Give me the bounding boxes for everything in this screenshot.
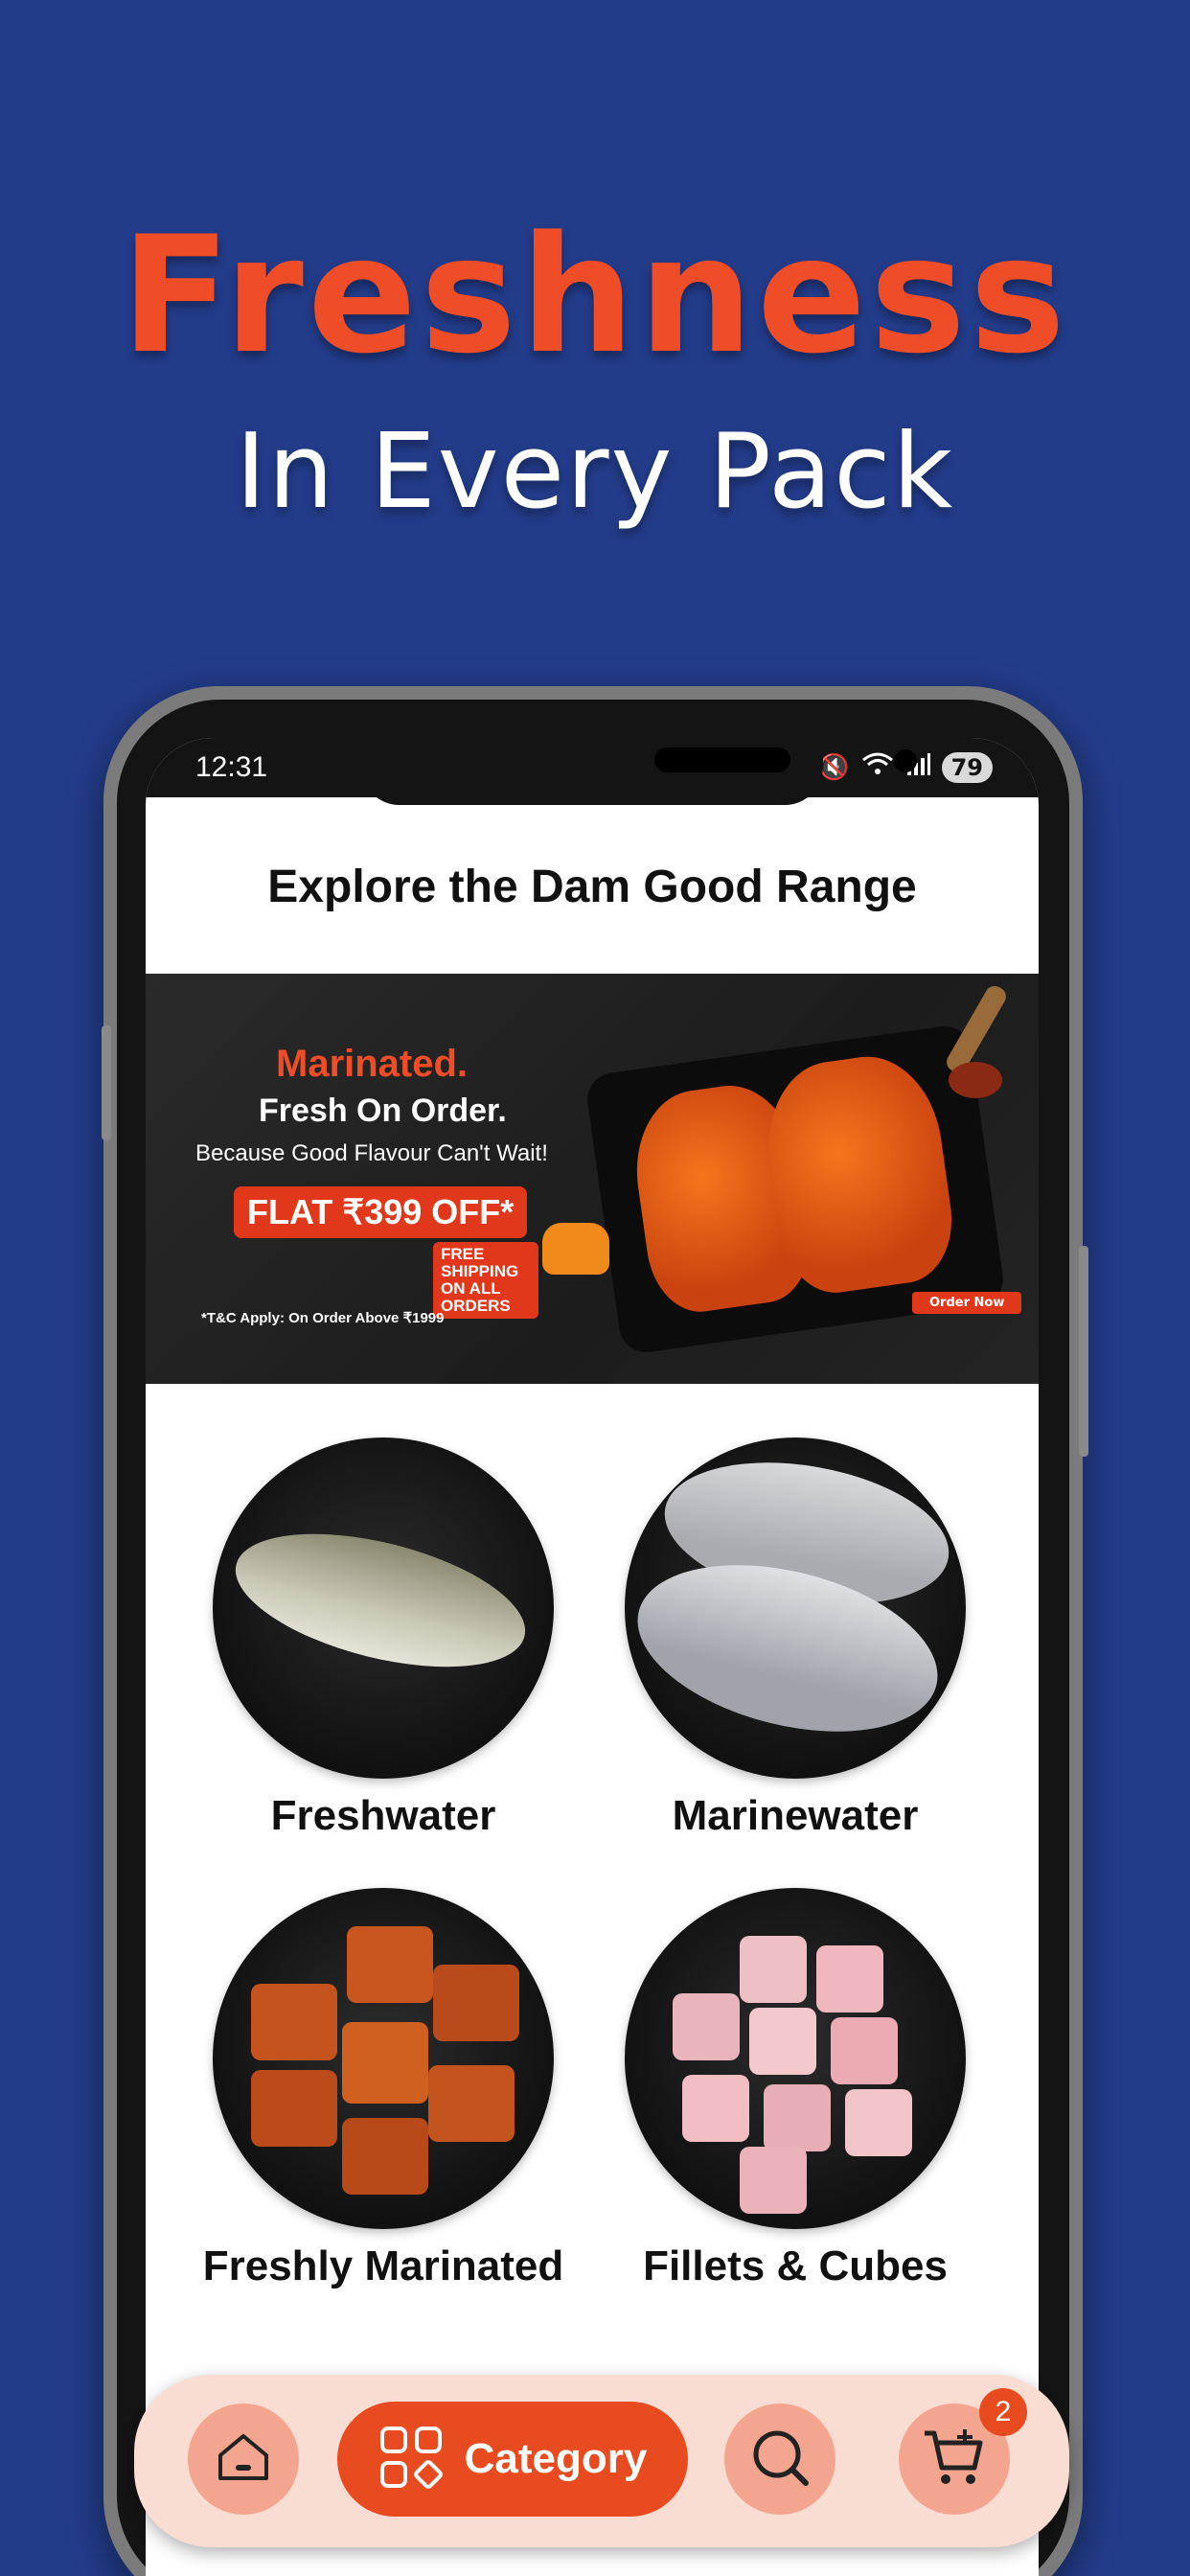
banner-line1: Marinated.	[276, 1043, 469, 1085]
freshwater-image	[213, 1438, 554, 1779]
fillets-image	[625, 1888, 966, 2229]
phone-side-button	[1079, 1246, 1088, 1457]
category-label: Fillets & Cubes	[643, 2242, 948, 2289]
speaker	[654, 748, 790, 772]
category-label: Freshwater	[270, 1792, 496, 1839]
category-freshly-marinated[interactable]: Freshly Marinated	[182, 1888, 584, 2290]
category-freshwater[interactable]: Freshwater	[182, 1438, 584, 1840]
app-screen: 12:31 🔇 79 Explore the Dam Good Range Ma…	[146, 738, 1039, 2576]
bottom-nav: Category 2	[134, 2375, 1069, 2547]
banner-terms: *T&C Apply: On Order Above ₹1999	[201, 1310, 445, 1326]
promo-banner[interactable]: Marinated. Fresh On Order. Because Good …	[146, 974, 1039, 1384]
search-icon	[746, 2424, 813, 2495]
page-title: Explore the Dam Good Range	[267, 862, 917, 912]
spice-bowl	[949, 1062, 1002, 1098]
category-button-label: Category	[464, 2435, 648, 2482]
phone-volume-button	[102, 1025, 111, 1140]
grid-icon	[378, 2425, 444, 2494]
battery-indicator: 79	[941, 751, 993, 783]
wifi-icon	[861, 751, 894, 783]
category-label: Freshly Marinated	[202, 2242, 564, 2289]
mute-icon: 🔇	[818, 752, 850, 782]
cart-icon	[921, 2424, 988, 2495]
search-button[interactable]	[724, 2404, 835, 2515]
category-label: Marinewater	[672, 1792, 919, 1839]
banner-shipping: FREE SHIPPING ON ALL ORDERS	[433, 1242, 538, 1319]
order-now-button[interactable]: Order Now	[912, 1292, 1022, 1314]
marinated-image	[213, 1888, 554, 2229]
delivery-scooter-icon	[542, 1223, 609, 1275]
category-fillets-cubes[interactable]: Fillets & Cubes	[594, 1888, 996, 2290]
category-button[interactable]: Category	[337, 2402, 688, 2517]
banner-line2: Fresh On Order.	[259, 1092, 507, 1129]
category-marinewater[interactable]: Marinewater	[594, 1438, 996, 1840]
home-icon	[213, 2426, 274, 2492]
status-time: 12:31	[195, 751, 268, 783]
notch	[361, 738, 917, 805]
home-button[interactable]	[188, 2404, 299, 2515]
banner-line3: Because Good Flavour Can't Wait!	[195, 1140, 548, 1166]
marinewater-image	[625, 1438, 966, 1779]
promo-headline: Freshness	[121, 201, 1069, 389]
promo-subline: In Every Pack	[235, 412, 955, 532]
cart-count-badge: 2	[979, 2388, 1027, 2436]
banner-offer: FLAT ₹399 OFF*	[234, 1186, 528, 1238]
front-camera	[894, 749, 917, 772]
